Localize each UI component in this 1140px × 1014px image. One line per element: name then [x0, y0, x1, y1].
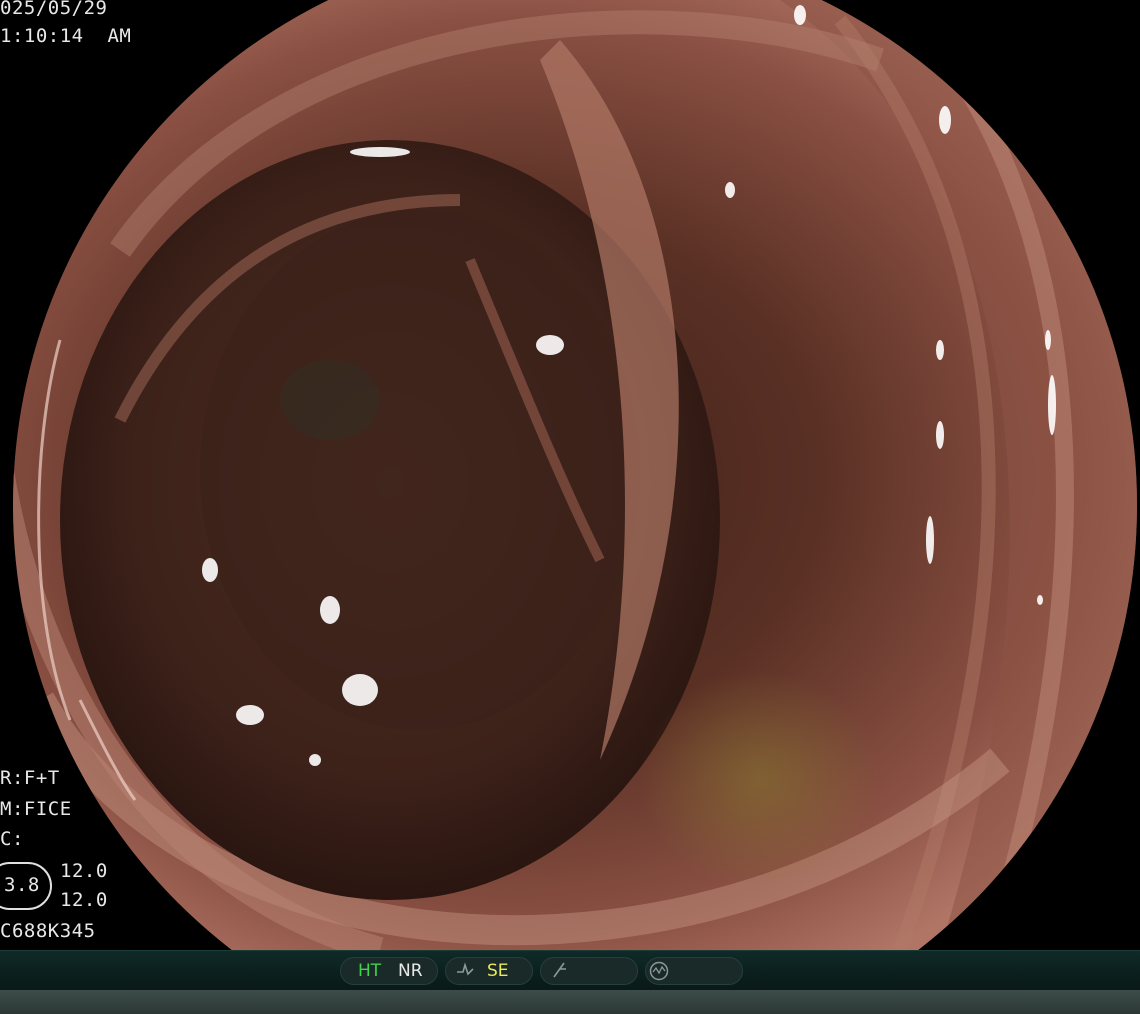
- date-text: 025/05/29: [0, 0, 108, 19]
- magnification-value: 3.8: [4, 874, 40, 896]
- se-indicator: SE: [487, 961, 509, 981]
- scope-model-text: C688K345: [0, 920, 96, 942]
- time-text: 1:10:14 AM: [0, 25, 132, 47]
- mode-line-c: C:: [0, 828, 24, 850]
- mode-line-m: M:FICE: [0, 798, 72, 820]
- setting-value-2: 12.0: [60, 889, 108, 911]
- ht-nr-pill: [340, 957, 438, 985]
- ht-indicator: HT: [358, 961, 382, 981]
- setting-value-1: 12.0: [60, 860, 108, 882]
- nr-indicator: NR: [398, 961, 423, 981]
- mode-line-r: R:F+T: [0, 767, 60, 789]
- waveform-icon: [455, 960, 475, 986]
- bottom-strip: [0, 990, 1140, 1014]
- endoscopy-view: [0, 0, 1140, 950]
- endoscopic-image: [13, 0, 1137, 950]
- circle-wave-icon: [648, 960, 670, 988]
- slash-icon: [550, 960, 570, 986]
